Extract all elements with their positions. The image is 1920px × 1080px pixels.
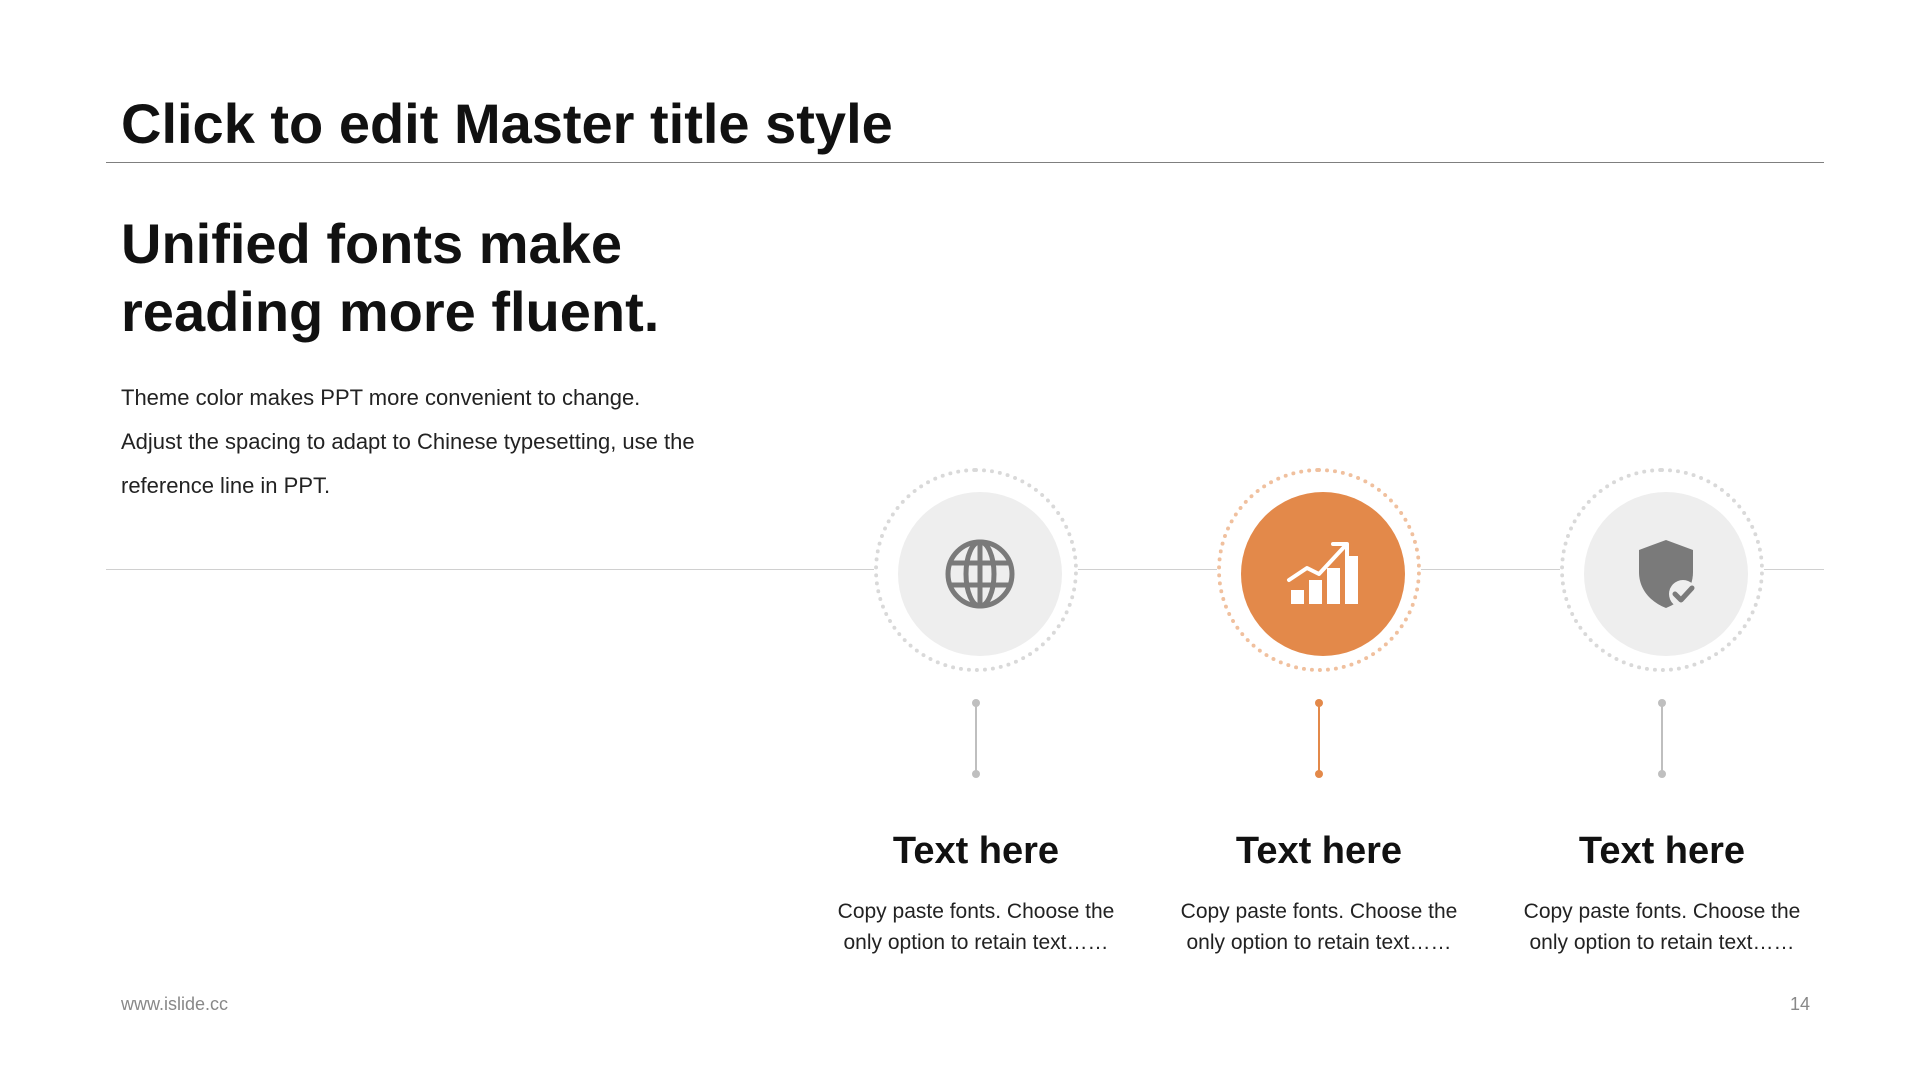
body-line: reference line in PPT. bbox=[121, 473, 331, 498]
master-title[interactable]: Click to edit Master title style bbox=[121, 88, 893, 160]
bar-chart-growth-icon bbox=[1283, 534, 1363, 614]
body-line: Adjust the spacing to adapt to Chinese t… bbox=[121, 429, 695, 454]
feature-card-1: Text here Copy paste fonts. Choose the o… bbox=[816, 468, 1136, 968]
feature-desc-line: only option to retain text…… bbox=[1529, 931, 1795, 954]
page-number: 14 bbox=[1789, 994, 1810, 1014]
feature-desc-line: only option to retain text…… bbox=[843, 931, 1109, 954]
title-divider bbox=[106, 162, 1824, 163]
feature-title[interactable]: Text here bbox=[1502, 828, 1822, 874]
body-text[interactable]: Theme color makes PPT more convenient to… bbox=[121, 376, 821, 508]
feature-desc[interactable]: Copy paste fonts. Choose the only option… bbox=[1159, 896, 1479, 958]
icon-disc bbox=[1241, 492, 1405, 656]
feature-desc-line: only option to retain text…… bbox=[1186, 931, 1452, 954]
feature-card-2: Text here Copy paste fonts. Choose the o… bbox=[1159, 468, 1479, 968]
icon-disc bbox=[1584, 492, 1748, 656]
feature-desc-line: Copy paste fonts. Choose the bbox=[1180, 900, 1458, 923]
icon-ring bbox=[874, 468, 1078, 672]
icon-ring bbox=[1217, 468, 1421, 672]
icon-disc bbox=[898, 492, 1062, 656]
connector-dot-bottom bbox=[972, 770, 980, 778]
feature-desc[interactable]: Copy paste fonts. Choose the only option… bbox=[1502, 896, 1822, 958]
feature-title[interactable]: Text here bbox=[1159, 828, 1479, 874]
connector-dot-bottom bbox=[1658, 770, 1666, 778]
connector-dot-bottom bbox=[1315, 770, 1323, 778]
connector-line bbox=[1318, 701, 1320, 775]
connector-dot-top bbox=[1315, 699, 1323, 707]
body-line: Theme color makes PPT more convenient to… bbox=[121, 385, 641, 410]
shield-check-icon bbox=[1631, 536, 1701, 612]
icon-ring bbox=[1560, 468, 1764, 672]
headline[interactable]: Unified fonts make reading more fluent. bbox=[121, 210, 821, 346]
connector-dot-top bbox=[1658, 699, 1666, 707]
globe-icon bbox=[943, 537, 1017, 611]
feature-desc-line: Copy paste fonts. Choose the bbox=[1523, 900, 1801, 923]
feature-title[interactable]: Text here bbox=[816, 828, 1136, 874]
connector-line bbox=[1661, 701, 1663, 775]
feature-card-3: Text here Copy paste fonts. Choose the o… bbox=[1502, 468, 1822, 968]
slide: Click to edit Master title style Unified… bbox=[0, 0, 1920, 1080]
headline-line: reading more fluent. bbox=[121, 280, 660, 343]
connector-dot-top bbox=[972, 699, 980, 707]
headline-line: Unified fonts make bbox=[121, 212, 622, 275]
feature-desc[interactable]: Copy paste fonts. Choose the only option… bbox=[816, 896, 1136, 958]
footer-website: www.islide.cc bbox=[121, 994, 229, 1014]
connector-line bbox=[975, 701, 977, 775]
feature-desc-line: Copy paste fonts. Choose the bbox=[837, 900, 1115, 923]
